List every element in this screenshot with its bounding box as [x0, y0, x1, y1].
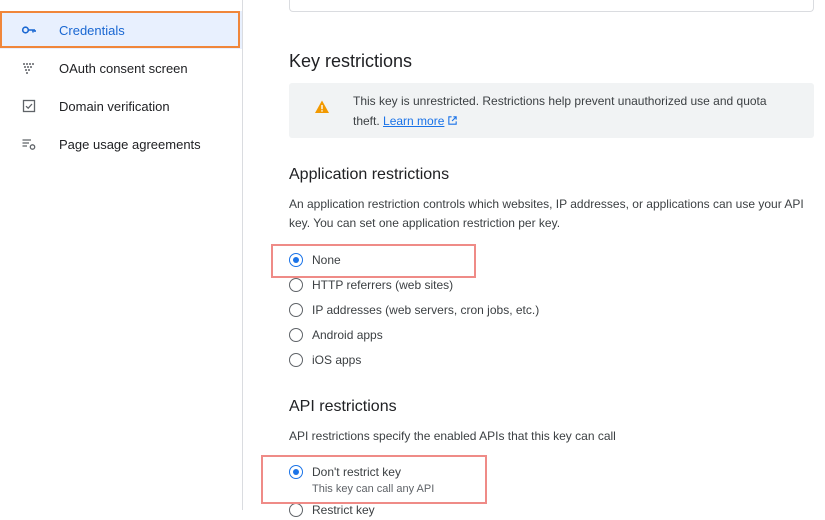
sidebar-item-label: Domain verification	[59, 98, 170, 114]
sidebar-item-credentials[interactable]: Credentials	[0, 11, 242, 49]
sidebar-item-oauth-consent[interactable]: OAuth consent screen	[0, 49, 242, 87]
radio-dont-restrict-key[interactable]: Don't restrict key	[289, 462, 401, 482]
key-restrictions-title: Key restrictions	[289, 51, 413, 71]
sidebar-item-label: OAuth consent screen	[59, 60, 188, 76]
domain-verification-icon	[21, 98, 37, 114]
application-restrictions-description: An application restriction controls whic…	[289, 197, 804, 230]
radio-ios-apps[interactable]: iOS apps	[289, 350, 361, 370]
name-field[interactable]	[289, 0, 814, 12]
radio-none[interactable]: None	[289, 250, 341, 270]
key-icon	[21, 22, 37, 38]
radio-android-apps[interactable]: Android apps	[289, 325, 383, 345]
dont-restrict-hint: This key can call any API	[312, 483, 435, 495]
radio-button[interactable]	[289, 503, 303, 517]
warning-text: This key is unrestricted. Restrictions h…	[353, 94, 767, 128]
api-restrictions-description: API restrictions specify the enabled API…	[289, 429, 616, 443]
radio-http-referrers[interactable]: HTTP referrers (web sites)	[289, 275, 453, 295]
radio-restrict-key[interactable]: Restrict key	[289, 500, 375, 520]
sidebar-item-label: Credentials	[59, 22, 125, 38]
sidebar-item-label: Page usage agreements	[59, 136, 201, 152]
sidebar: Credentials OAuth consent screen Domain …	[0, 0, 243, 510]
learn-more-link[interactable]: Learn more	[383, 114, 444, 128]
radio-button-checked[interactable]	[289, 465, 303, 479]
sidebar-item-domain-verification[interactable]: Domain verification	[0, 87, 242, 125]
oauth-consent-icon	[21, 60, 37, 76]
external-link-icon	[448, 116, 458, 125]
radio-button-checked[interactable]	[289, 253, 303, 267]
radio-button[interactable]	[289, 303, 303, 317]
sidebar-item-page-usage[interactable]: Page usage agreements	[0, 125, 242, 163]
radio-button[interactable]	[289, 353, 303, 367]
settings-list-icon	[21, 136, 37, 152]
main-content: Key restrictions This key is unrestricte…	[243, 0, 825, 517]
api-restrictions-title: API restrictions	[289, 398, 397, 415]
warning-icon	[314, 99, 330, 115]
radio-ip-addresses[interactable]: IP addresses (web servers, cron jobs, et…	[289, 300, 539, 320]
application-restrictions-title: Application restrictions	[289, 166, 450, 183]
unrestricted-warning: This key is unrestricted. Restrictions h…	[289, 83, 814, 138]
radio-button[interactable]	[289, 328, 303, 342]
radio-button[interactable]	[289, 278, 303, 292]
